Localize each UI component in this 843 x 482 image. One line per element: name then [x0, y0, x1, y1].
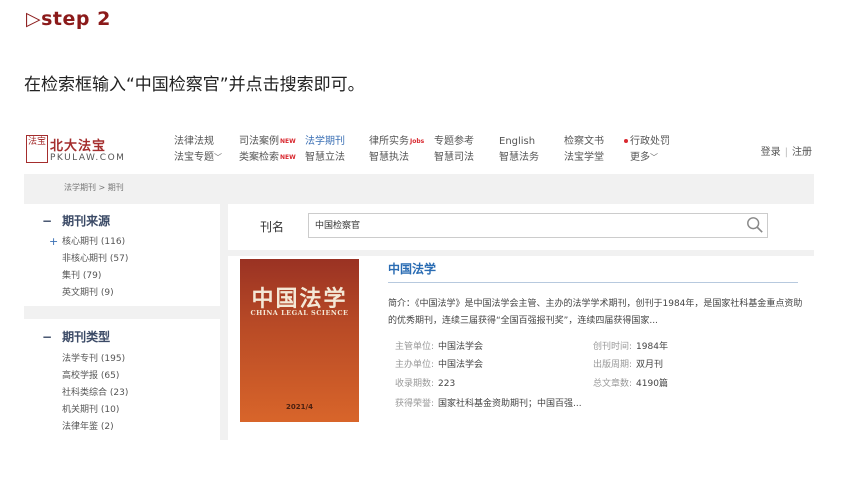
cover-issue: 2021/4 [286, 403, 313, 411]
nav-item-smart-judiciary[interactable]: 智慧司法 [434, 150, 474, 166]
filter-source-list: 核心期刊 (116) 非核心期刊 (57) 集刊 (79) 英文期刊 (9) [62, 234, 128, 302]
nav-item-more[interactable]: 更多﹀ [624, 150, 670, 166]
list-item[interactable]: 集刊 (79) [62, 268, 128, 285]
red-dot-icon [624, 139, 628, 143]
field-supervisor: 主管单位: 中国法学会 [395, 342, 484, 352]
field-articles: 总文章数: 4190篇 [593, 379, 668, 389]
nav-item-english[interactable]: English [499, 134, 539, 150]
filter-source-box: − 期刊来源 + 核心期刊 (116) 非核心期刊 (57) 集刊 (79) 英文… [24, 204, 220, 306]
field-founded: 创刊时间: 1984年 [593, 342, 668, 352]
field-frequency: 出版周期: 双月刊 [593, 360, 664, 370]
nav-col-3: 法学期刊 智慧立法 [305, 134, 345, 166]
nav-item-journals[interactable]: 法学期刊 [305, 134, 345, 150]
list-item[interactable]: 法学专刊 (195) [62, 351, 128, 368]
register-link[interactable]: 注册 [792, 147, 812, 158]
nav-col-7: 检察文书 法宝学堂 [564, 134, 604, 166]
filter-type-list: 法学专刊 (195) 高校学报 (65) 社科类综合 (23) 机关期刊 (10… [62, 351, 128, 436]
nav-col-4: 律所实务Jobs 智慧执法 [369, 134, 424, 166]
instruction-text: 在检索框输入“中国检察官”并点击搜索即可。 [24, 75, 365, 95]
journal-description: 简介：《中国法学》是中国法学会主管、主办的法学学术期刊，创刊于1984年，是国家… [388, 299, 803, 326]
search-icon[interactable] [746, 216, 764, 234]
journal-title-link[interactable]: 中国法学 [388, 260, 436, 277]
list-item[interactable]: 英文期刊 (9) [62, 285, 128, 302]
step-heading: ▷step 2 [26, 8, 111, 30]
top-nav: 法宝 北大法宝 PKULAW.COM 法律法规 法宝专题﹀ 司法案例NEW 类案… [24, 126, 814, 174]
jobs-badge: Jobs [410, 138, 425, 145]
logo-title[interactable]: 北大法宝 [50, 135, 106, 154]
pkulaw-screenshot: 法宝 北大法宝 PKULAW.COM 法律法规 法宝专题﹀ 司法案例NEW 类案… [24, 126, 814, 440]
logo-mark[interactable]: 法宝 [26, 135, 48, 163]
nav-item-topics[interactable]: 法宝专题﹀ [174, 150, 222, 166]
search-label: 刊名 [260, 220, 285, 234]
nav-item-laws[interactable]: 法律法规 [174, 134, 222, 150]
chevron-down-icon: ﹀ [214, 153, 222, 162]
field-honors: 获得荣誉: 国家社科基金资助期刊；中国百强... [395, 399, 582, 409]
logo-subtitle: PKULAW.COM [50, 153, 126, 163]
nav-col-1: 法律法规 法宝专题﹀ [174, 134, 222, 166]
expand-icon[interactable]: + [49, 235, 58, 248]
chevron-down-icon: ﹀ [650, 153, 658, 162]
nav-col-2: 司法案例NEW 类案检索NEW [239, 134, 296, 166]
list-item[interactable]: 核心期刊 (116) [62, 234, 128, 251]
list-item[interactable]: 机关期刊 (10) [62, 402, 128, 419]
nav-item-cases[interactable]: 司法案例NEW [239, 134, 296, 150]
list-item[interactable]: 非核心期刊 (57) [62, 251, 128, 268]
search-input[interactable]: 中国检察官 [308, 213, 768, 238]
nav-col-5: 专题参考 智慧司法 [434, 134, 474, 166]
collapse-icon[interactable]: − [42, 330, 52, 344]
filter-type-title[interactable]: − 期刊类型 [42, 328, 110, 345]
list-item[interactable]: 社科类综合 (23) [62, 385, 128, 402]
list-item[interactable]: 高校学报 (65) [62, 368, 128, 385]
nav-item-procuratorate[interactable]: 检察文书 [564, 134, 604, 150]
nav-item-reference[interactable]: 专题参考 [434, 134, 474, 150]
collapse-icon[interactable]: − [42, 214, 52, 228]
nav-item-academy[interactable]: 法宝学堂 [564, 150, 604, 166]
cover-english-title: CHINA LEGAL SCIENCE [250, 309, 349, 317]
filter-source-title[interactable]: − 期刊来源 [42, 212, 110, 229]
filter-type-box: − 期刊类型 法学专刊 (195) 高校学报 (65) 社科类综合 (23) 机关… [24, 319, 220, 440]
field-sponsor: 主办单位: 中国法学会 [395, 360, 484, 370]
breadcrumb: 法学期刊 > 期刊 [64, 183, 124, 192]
divider [388, 282, 798, 283]
new-badge: NEW [280, 154, 296, 161]
list-item[interactable]: 法律年鉴 (2) [62, 419, 128, 436]
nav-col-6: English 智慧法务 [499, 134, 539, 166]
auth-links: 登录 | 注册 [760, 147, 812, 158]
nav-item-admin-penalty[interactable]: 行政处罚 [624, 134, 670, 150]
journal-cover[interactable]: 中国法学 CHINA LEGAL SCIENCE 2021/4 [240, 259, 359, 422]
new-badge: NEW [280, 138, 296, 145]
login-link[interactable]: 登录 [761, 147, 781, 158]
nav-item-smart-legislation[interactable]: 智慧立法 [305, 150, 345, 166]
nav-item-smart-enforcement[interactable]: 智慧执法 [369, 150, 424, 166]
nav-col-8: 行政处罚 更多﹀ [624, 134, 670, 166]
nav-item-law-firm[interactable]: 律所实务Jobs [369, 134, 424, 150]
nav-item-similar-cases[interactable]: 类案检索NEW [239, 150, 296, 166]
field-issues: 收录期数: 223 [395, 379, 456, 389]
nav-item-smart-legal[interactable]: 智慧法务 [499, 150, 539, 166]
